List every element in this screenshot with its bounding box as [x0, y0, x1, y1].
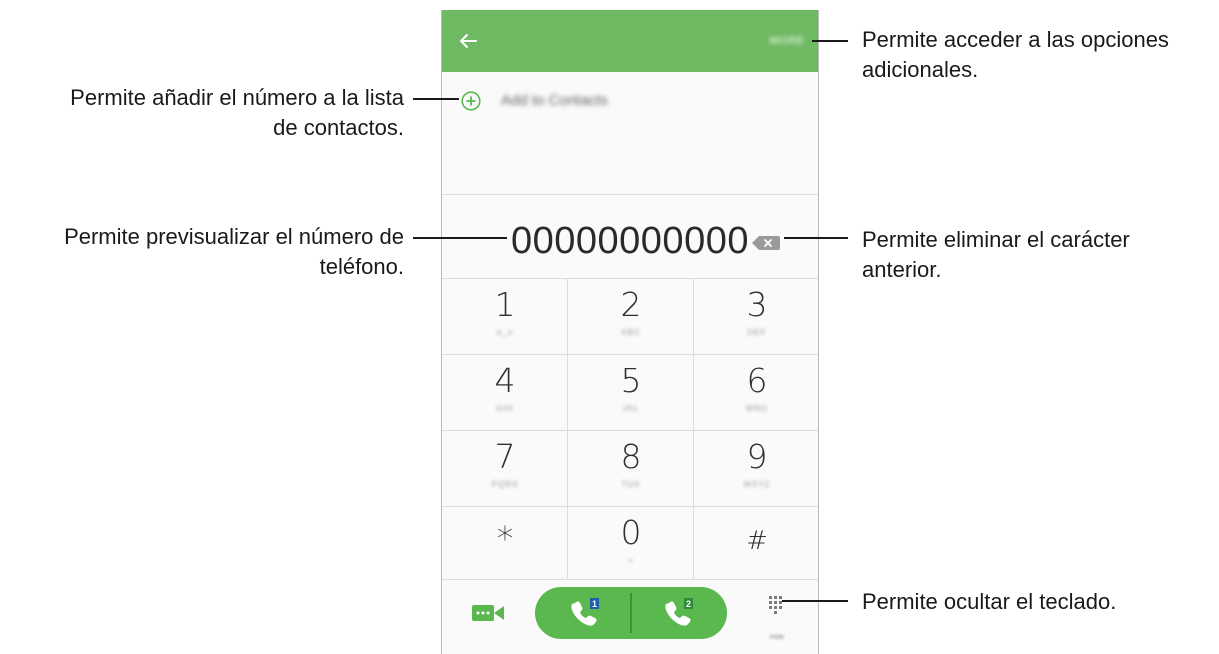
app-bar: MORE [442, 10, 818, 72]
arrow-left-icon [460, 34, 477, 48]
key-2[interactable]: 2 ABC [568, 279, 694, 353]
annotation-hide-keypad: Permite ocultar el teclado. [862, 587, 1212, 617]
call-buttons: 1 2 [535, 587, 727, 639]
key-star[interactable]: * [442, 507, 568, 581]
key-1[interactable]: 1 o_o [442, 279, 568, 353]
back-button[interactable] [454, 28, 482, 54]
backspace-button[interactable] [752, 236, 780, 250]
annotation-delete-char: Permite eliminar el carácter anterior. [862, 225, 1212, 285]
key-digit: 9 [746, 437, 768, 476]
annotation-line: Permite acceder a las opciones [862, 27, 1169, 52]
hide-keypad-label: Hide [769, 634, 785, 641]
key-letters: MNO [746, 404, 768, 413]
annotation-add-contacts: Permite añadir el número a la lista de c… [0, 83, 404, 143]
key-digit: 5 [620, 361, 642, 400]
divider [442, 194, 818, 195]
key-digit: * [496, 519, 514, 558]
key-letters: TUV [621, 480, 641, 489]
annotation-line: Permite añadir el número a la lista [70, 85, 404, 110]
key-digit: 1 [494, 285, 516, 324]
key-digit: 7 [494, 437, 516, 476]
key-digit: 6 [746, 361, 768, 400]
leader-line [413, 98, 459, 100]
key-hash[interactable]: # [694, 507, 818, 581]
add-to-contacts-button[interactable]: Add to Contacts [456, 88, 756, 114]
key-letters: DEF [747, 328, 767, 337]
key-letters: JKL [622, 404, 640, 413]
phone-icon: 2 [665, 598, 693, 626]
add-to-contacts-label: Add to Contacts [501, 92, 608, 109]
backspace-icon [752, 236, 780, 250]
key-digit: 8 [620, 437, 642, 476]
annotation-line: adicionales. [862, 57, 979, 82]
annotation-more-options: Permite acceder a las opciones adicional… [862, 25, 1212, 85]
sim1-badge: 1 [592, 599, 597, 609]
annotation-line: de contactos. [273, 115, 404, 140]
key-digit: 4 [494, 361, 516, 400]
video-call-icon [472, 605, 504, 621]
leader-line [812, 40, 848, 42]
key-letters: + [628, 556, 634, 565]
sim2-badge: 2 [686, 599, 691, 609]
key-7[interactable]: 7 PQRS [442, 431, 568, 505]
phone-screen: MORE Add to Contacts 00000000000 1 o_o 2… [441, 10, 819, 654]
call-sim2-button[interactable]: 2 [631, 587, 727, 639]
leader-line [784, 237, 848, 239]
phone-number-display[interactable]: 00000000000 [490, 216, 770, 266]
key-digit: 0 [620, 513, 642, 552]
dialpad: 1 o_o 2 ABC 3 DEF 4 GHI 5 JKL 6 MNO 7 PQ… [442, 278, 818, 580]
phone-icon: 1 [571, 598, 599, 626]
leader-line [782, 600, 848, 602]
key-letters: ABC [621, 328, 641, 337]
annotation-line: Permite ocultar el teclado. [862, 589, 1117, 614]
dialpad-icon [769, 596, 782, 614]
key-digit: 3 [746, 285, 768, 324]
key-letters: WXYZ [743, 480, 771, 489]
annotation-line: anterior. [862, 257, 942, 282]
key-5[interactable]: 5 JKL [568, 355, 694, 429]
key-digit: 2 [620, 285, 642, 324]
annotation-line: teléfono. [319, 254, 404, 279]
key-digit: # [746, 526, 768, 556]
key-6[interactable]: 6 MNO [694, 355, 818, 429]
key-letters: GHI [496, 404, 514, 413]
key-9[interactable]: 9 WXYZ [694, 431, 818, 505]
annotation-number-preview: Permite previsualizar el número de teléf… [0, 222, 404, 282]
key-letters: o_o [496, 328, 514, 337]
key-3[interactable]: 3 DEF [694, 279, 818, 353]
plus-circle-icon [461, 91, 481, 111]
leader-line [413, 237, 507, 239]
call-sim1-button[interactable]: 1 [535, 587, 631, 639]
annotation-line: Permite previsualizar el número de [64, 224, 404, 249]
key-letters: PQRS [491, 480, 519, 489]
more-button[interactable]: MORE [762, 30, 812, 52]
key-8[interactable]: 8 TUV [568, 431, 694, 505]
annotation-line: Permite eliminar el carácter [862, 227, 1130, 252]
key-0[interactable]: 0 + [568, 507, 694, 581]
key-4[interactable]: 4 GHI [442, 355, 568, 429]
bottom-bar: 1 2 Hide [442, 580, 818, 654]
hide-keypad-button[interactable] [766, 594, 788, 618]
video-call-button[interactable] [472, 602, 506, 624]
